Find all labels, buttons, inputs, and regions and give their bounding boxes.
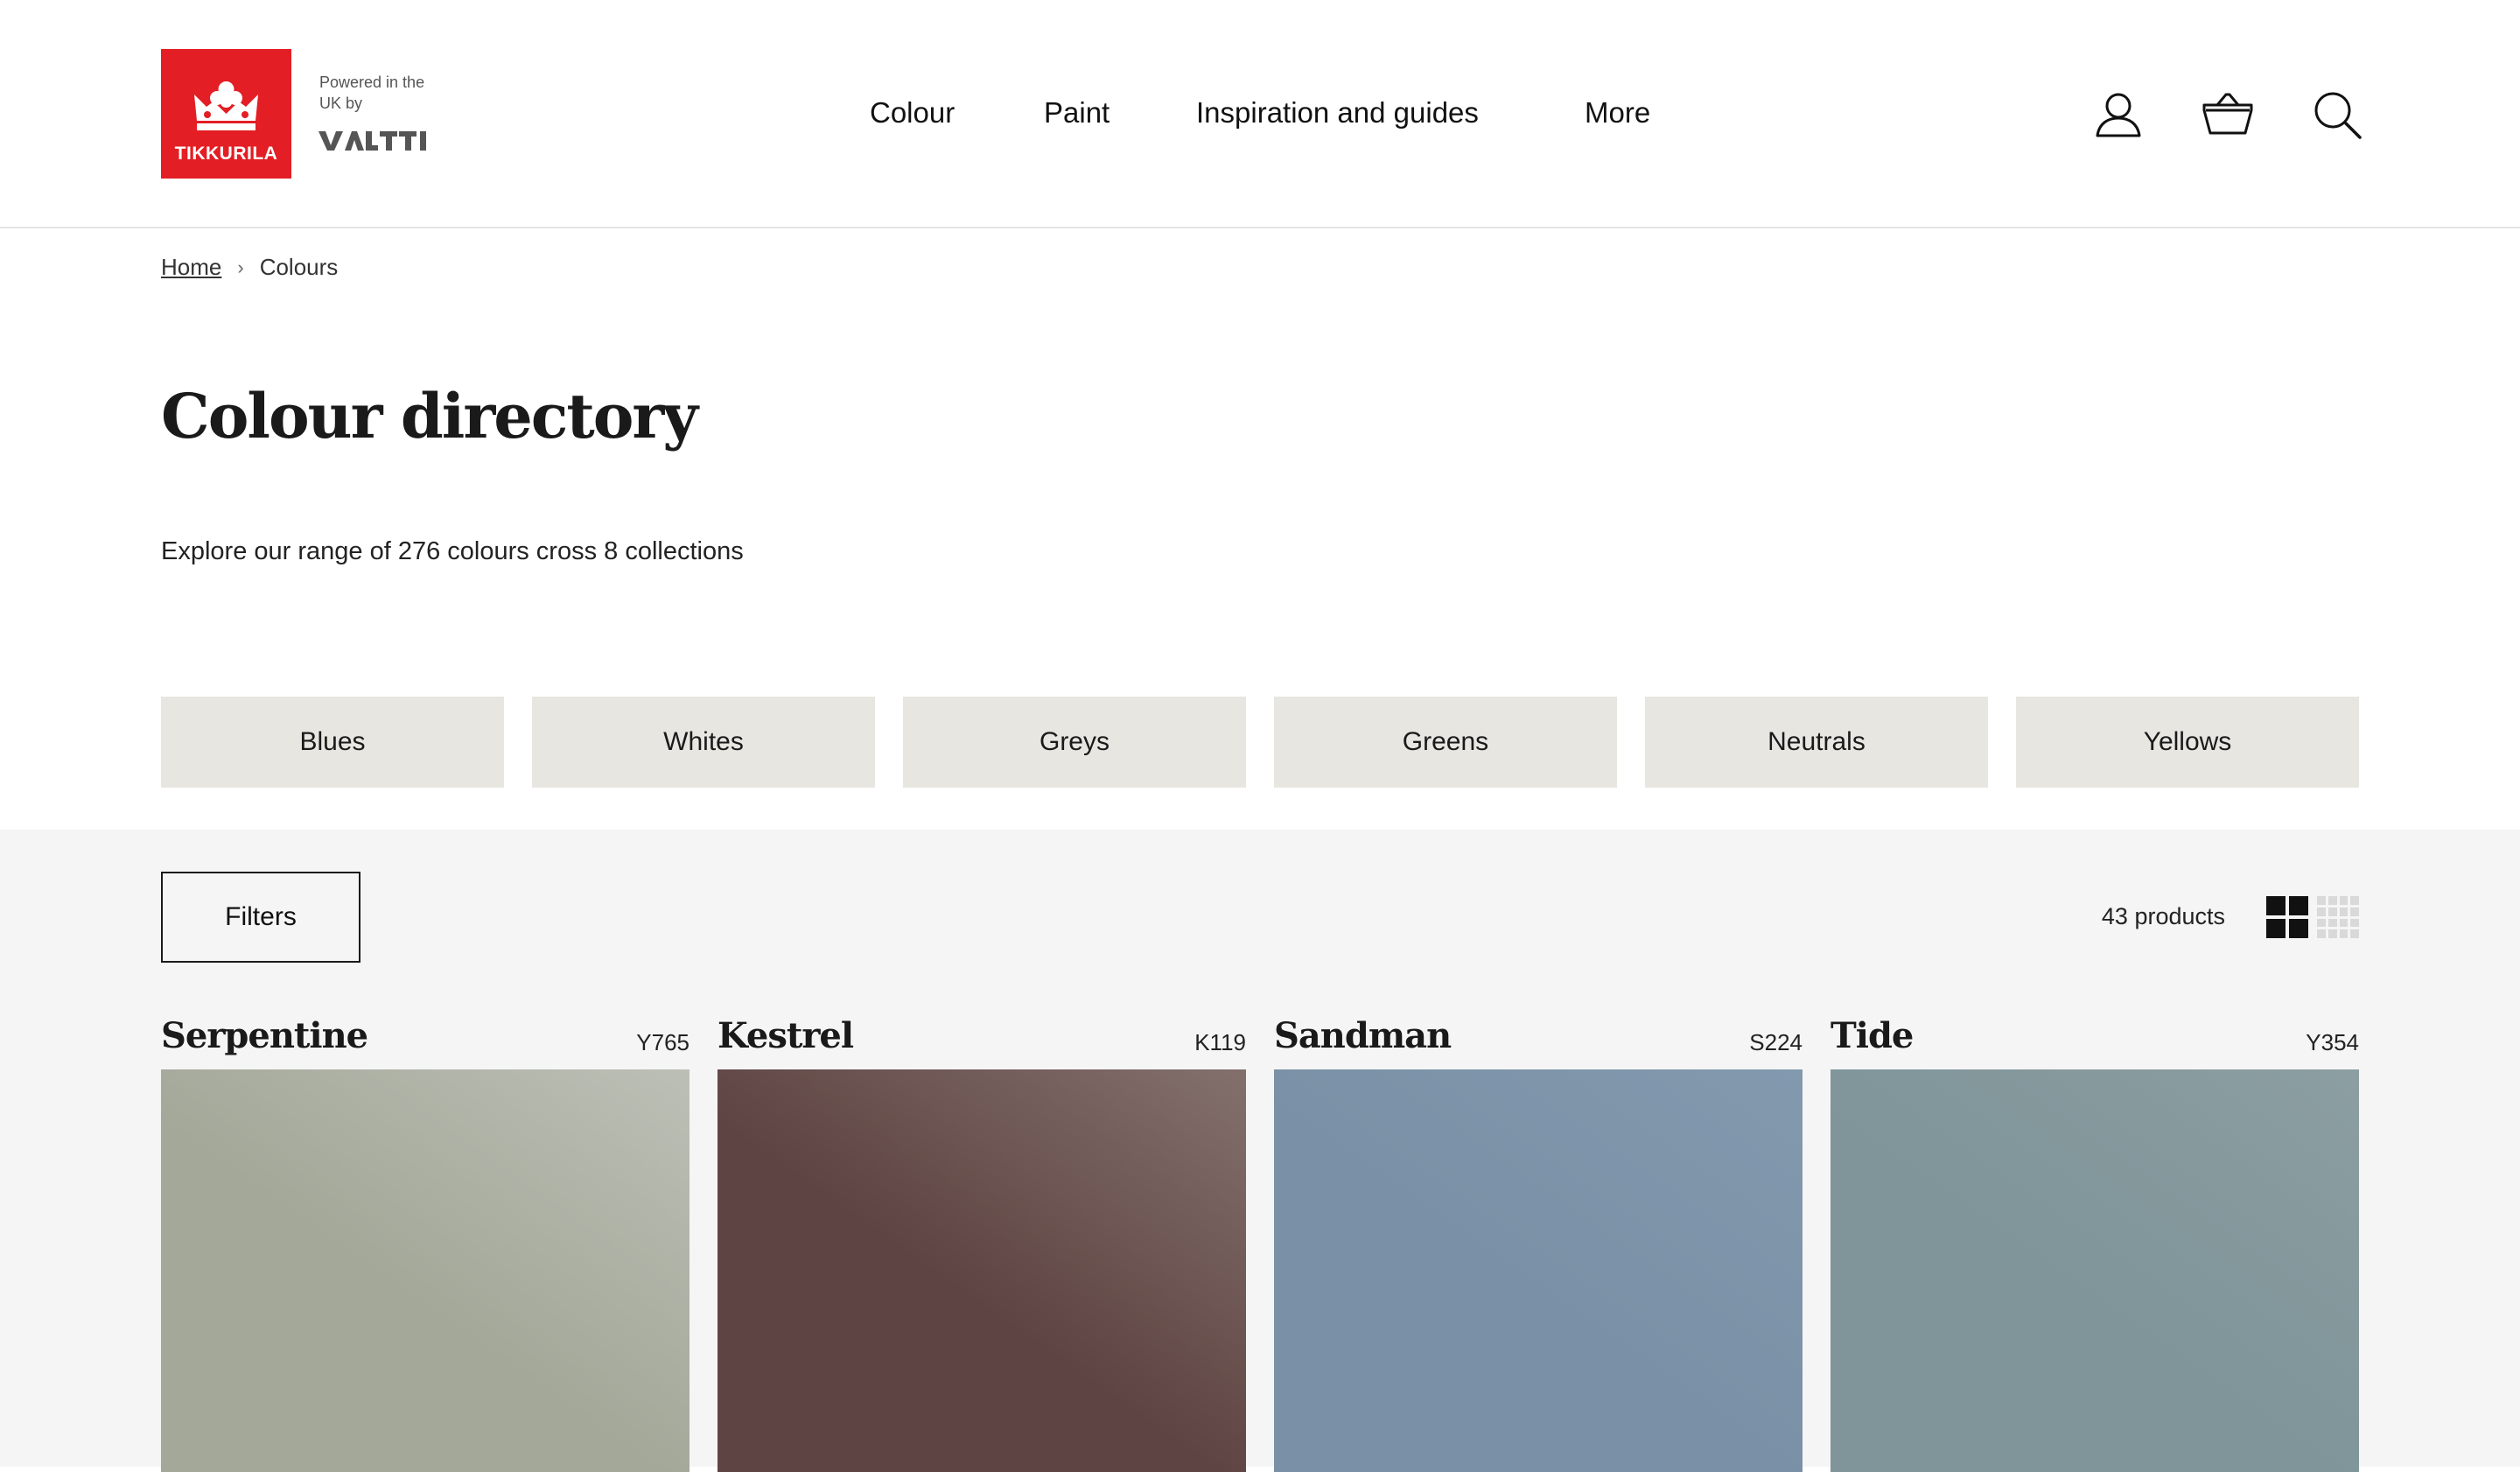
valtti-logo[interactable]: [318, 130, 430, 152]
small-grid-view-icon[interactable]: [2317, 896, 2359, 938]
large-grid-view-icon[interactable]: [2266, 896, 2308, 938]
category-neutrals[interactable]: Neutrals: [1645, 697, 1988, 788]
colour-code: Y354: [2306, 1029, 2359, 1055]
site-header: TIKKURILA Powered in the UK by Colour Pa…: [0, 0, 2520, 228]
powered-by-text: Powered in the UK by: [319, 74, 425, 112]
category-blues[interactable]: Blues: [161, 697, 504, 788]
crown-icon: [194, 81, 258, 130]
breadcrumb-current: Colours: [259, 254, 339, 280]
search-icon[interactable]: [2314, 91, 2362, 140]
chevron-right-icon: ›: [237, 256, 244, 278]
product-count: 43 products: [2101, 903, 2225, 929]
colour-name: Sandman: [1274, 1015, 1452, 1056]
logo-wordmark: TIKKURILA: [174, 144, 278, 164]
colour-name: Serpentine: [161, 1015, 368, 1056]
breadcrumb-home[interactable]: Home: [161, 254, 221, 281]
colour-code: S224: [1749, 1029, 1802, 1055]
colour-swatch[interactable]: [161, 1069, 690, 1472]
category-whites[interactable]: Whites: [532, 697, 875, 788]
nav-colour[interactable]: Colour: [870, 96, 955, 130]
colour-swatch[interactable]: [1830, 1069, 2359, 1472]
basket-icon[interactable]: [2202, 91, 2254, 138]
colour-code: Y765: [636, 1029, 690, 1055]
breadcrumb: Home › Colours: [161, 254, 338, 281]
category-yellows[interactable]: Yellows: [2016, 697, 2359, 788]
account-icon[interactable]: [2095, 91, 2142, 138]
tikkurila-logo[interactable]: TIKKURILA: [161, 49, 291, 179]
category-greens[interactable]: Greens: [1274, 697, 1617, 788]
category-greys[interactable]: Greys: [903, 697, 1246, 788]
nav-inspiration[interactable]: Inspiration and guides: [1196, 96, 1479, 130]
filters-button[interactable]: Filters: [161, 872, 360, 963]
colour-name: Tide: [1830, 1015, 1914, 1056]
category-buttons: Blues Whites Greys Greens Neutrals Yello…: [161, 697, 2359, 788]
colour-code: K119: [1194, 1029, 1246, 1055]
colour-swatch[interactable]: [1274, 1069, 1802, 1472]
page-title: Colour directory: [161, 380, 698, 452]
page-intro: Explore our range of 276 colours cross 8…: [161, 537, 744, 565]
colour-swatch[interactable]: [718, 1069, 1246, 1472]
nav-more[interactable]: More: [1585, 96, 1650, 130]
colour-name: Kestrel: [718, 1015, 854, 1056]
nav-paint[interactable]: Paint: [1044, 96, 1110, 130]
